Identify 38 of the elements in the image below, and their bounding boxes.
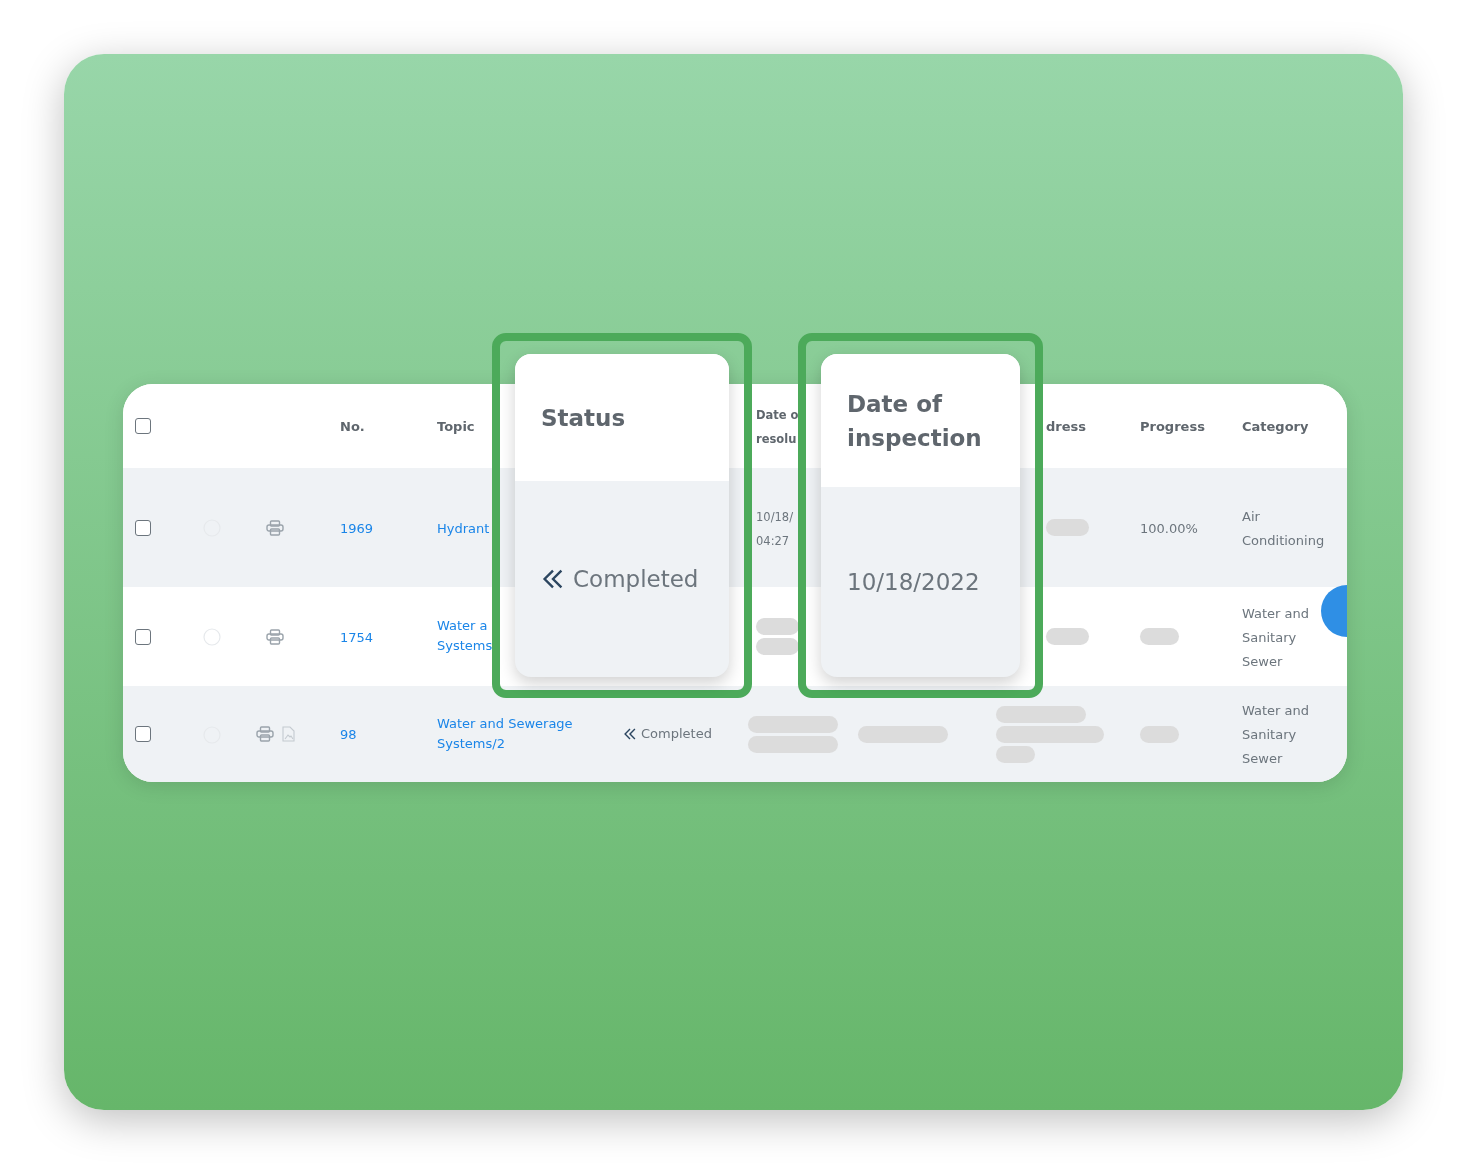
record-number-link[interactable]: 1754: [340, 629, 374, 645]
record-number-link[interactable]: 98: [340, 727, 357, 742]
column-header: No.: [340, 419, 365, 434]
placeholder-bar: [1046, 519, 1089, 536]
category-text: Water and Sanitary Sewer: [1242, 703, 1310, 766]
checkbox[interactable]: [135, 726, 151, 742]
placeholder-bar: [1140, 628, 1179, 645]
status-text: Completed: [641, 725, 712, 743]
cell-text: 10/18/ 04:27: [756, 509, 793, 548]
callout-value: 10/18/2022: [847, 567, 980, 597]
printer-icon[interactable]: [266, 519, 284, 536]
checkbox[interactable]: [135, 418, 151, 434]
column-header: Date o resolu: [756, 408, 799, 446]
column-header: Topic: [437, 419, 475, 434]
column-header: Progress: [1140, 419, 1205, 434]
column-header: dress: [1046, 419, 1086, 434]
placeholder-bar: [756, 618, 799, 635]
category-text: Water and Sanitary Sewer: [1242, 605, 1310, 669]
placeholder-bar: [996, 745, 1035, 763]
category-text: Air Conditioning: [1242, 508, 1325, 548]
topic-link[interactable]: Water and Sewerage Systems/2: [437, 713, 573, 754]
checkbox[interactable]: [135, 519, 151, 536]
printer-icon[interactable]: [256, 726, 274, 742]
column-header: Category: [1242, 419, 1309, 434]
callout-value: Completed: [573, 564, 699, 594]
record-number-link[interactable]: 1969: [340, 520, 374, 536]
printer-icon[interactable]: [266, 628, 284, 645]
cell-text: 100.00%: [1140, 520, 1198, 536]
placeholder-bar: [1046, 628, 1089, 645]
status-circle-icon: [203, 628, 221, 646]
placeholder-bar: [1140, 725, 1179, 743]
topic-link[interactable]: Water a Systems: [437, 616, 493, 656]
placeholder-bar: [756, 638, 799, 655]
checkbox[interactable]: [135, 628, 151, 645]
double-chevron-icon: [623, 727, 637, 741]
callout-heading: Status: [541, 403, 626, 433]
double-chevron-icon: [541, 567, 565, 591]
topic-link[interactable]: Hydrant: [437, 518, 490, 539]
